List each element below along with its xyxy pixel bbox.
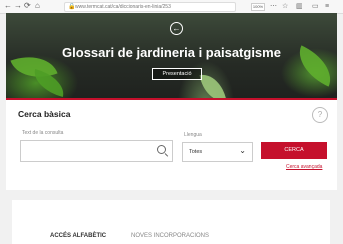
language-selected-value: Totes — [189, 149, 203, 155]
arrow-left-icon[interactable]: ← — [170, 22, 183, 35]
overflow-menu-icon[interactable]: ⋯ — [270, 2, 277, 11]
language-label: Llengua — [184, 132, 202, 138]
forward-arrow-icon[interactable]: → — [14, 1, 22, 11]
advanced-search-link[interactable]: Cerca avançada — [286, 164, 322, 170]
question-icon[interactable]: ? — [312, 107, 328, 123]
bookmark-icon[interactable]: ☆ — [282, 2, 288, 11]
query-label: Text de la consulta — [22, 130, 64, 136]
language-select[interactable]: Totes ⌄ — [182, 142, 253, 162]
back-arrow-icon[interactable]: ← — [4, 1, 12, 11]
hero-banner: ← Glossari de jardineria i paisatgisme P… — [6, 13, 337, 98]
sidebar-icon[interactable]: ▭ — [312, 2, 319, 11]
reload-icon[interactable]: ⟳ — [24, 1, 31, 11]
plant-leaf-image — [199, 71, 227, 98]
search-icon[interactable] — [157, 145, 166, 154]
menu-icon[interactable]: ≡ — [325, 2, 329, 11]
chevron-down-icon: ⌄ — [239, 146, 246, 155]
search-panel-title: Cerca bàsica — [18, 109, 71, 119]
tab-alphabetic-access[interactable]: ACCÉS ALFABÈTIC — [50, 233, 106, 240]
basic-search-panel: Cerca bàsica ? Text de la consulta Lleng… — [6, 98, 337, 190]
url-text: www.termcat.cat/ca/diccionaris-en-linia/… — [75, 4, 171, 10]
search-button[interactable]: CERCA — [261, 142, 327, 159]
zoom-indicator[interactable]: 100% — [251, 3, 265, 11]
tab-new-additions[interactable]: NOVES INCORPORACIONS — [131, 233, 209, 240]
address-bar[interactable]: 🔒 www.termcat.cat/ca/diccionaris-en-lini… — [64, 2, 236, 12]
search-input[interactable] — [20, 140, 173, 162]
home-icon[interactable]: ⌂ — [35, 1, 40, 11]
library-icon[interactable]: ▥ — [296, 2, 303, 11]
page-title: Glossari de jardineria i paisatgisme — [62, 45, 281, 60]
content-tabs: ACCÉS ALFABÈTIC NOVES INCORPORACIONS — [12, 200, 330, 244]
presentation-button[interactable]: Presentació — [152, 68, 202, 80]
browser-toolbar: ← → ⟳ ⌂ 🔒 www.termcat.cat/ca/diccionaris… — [0, 0, 343, 14]
